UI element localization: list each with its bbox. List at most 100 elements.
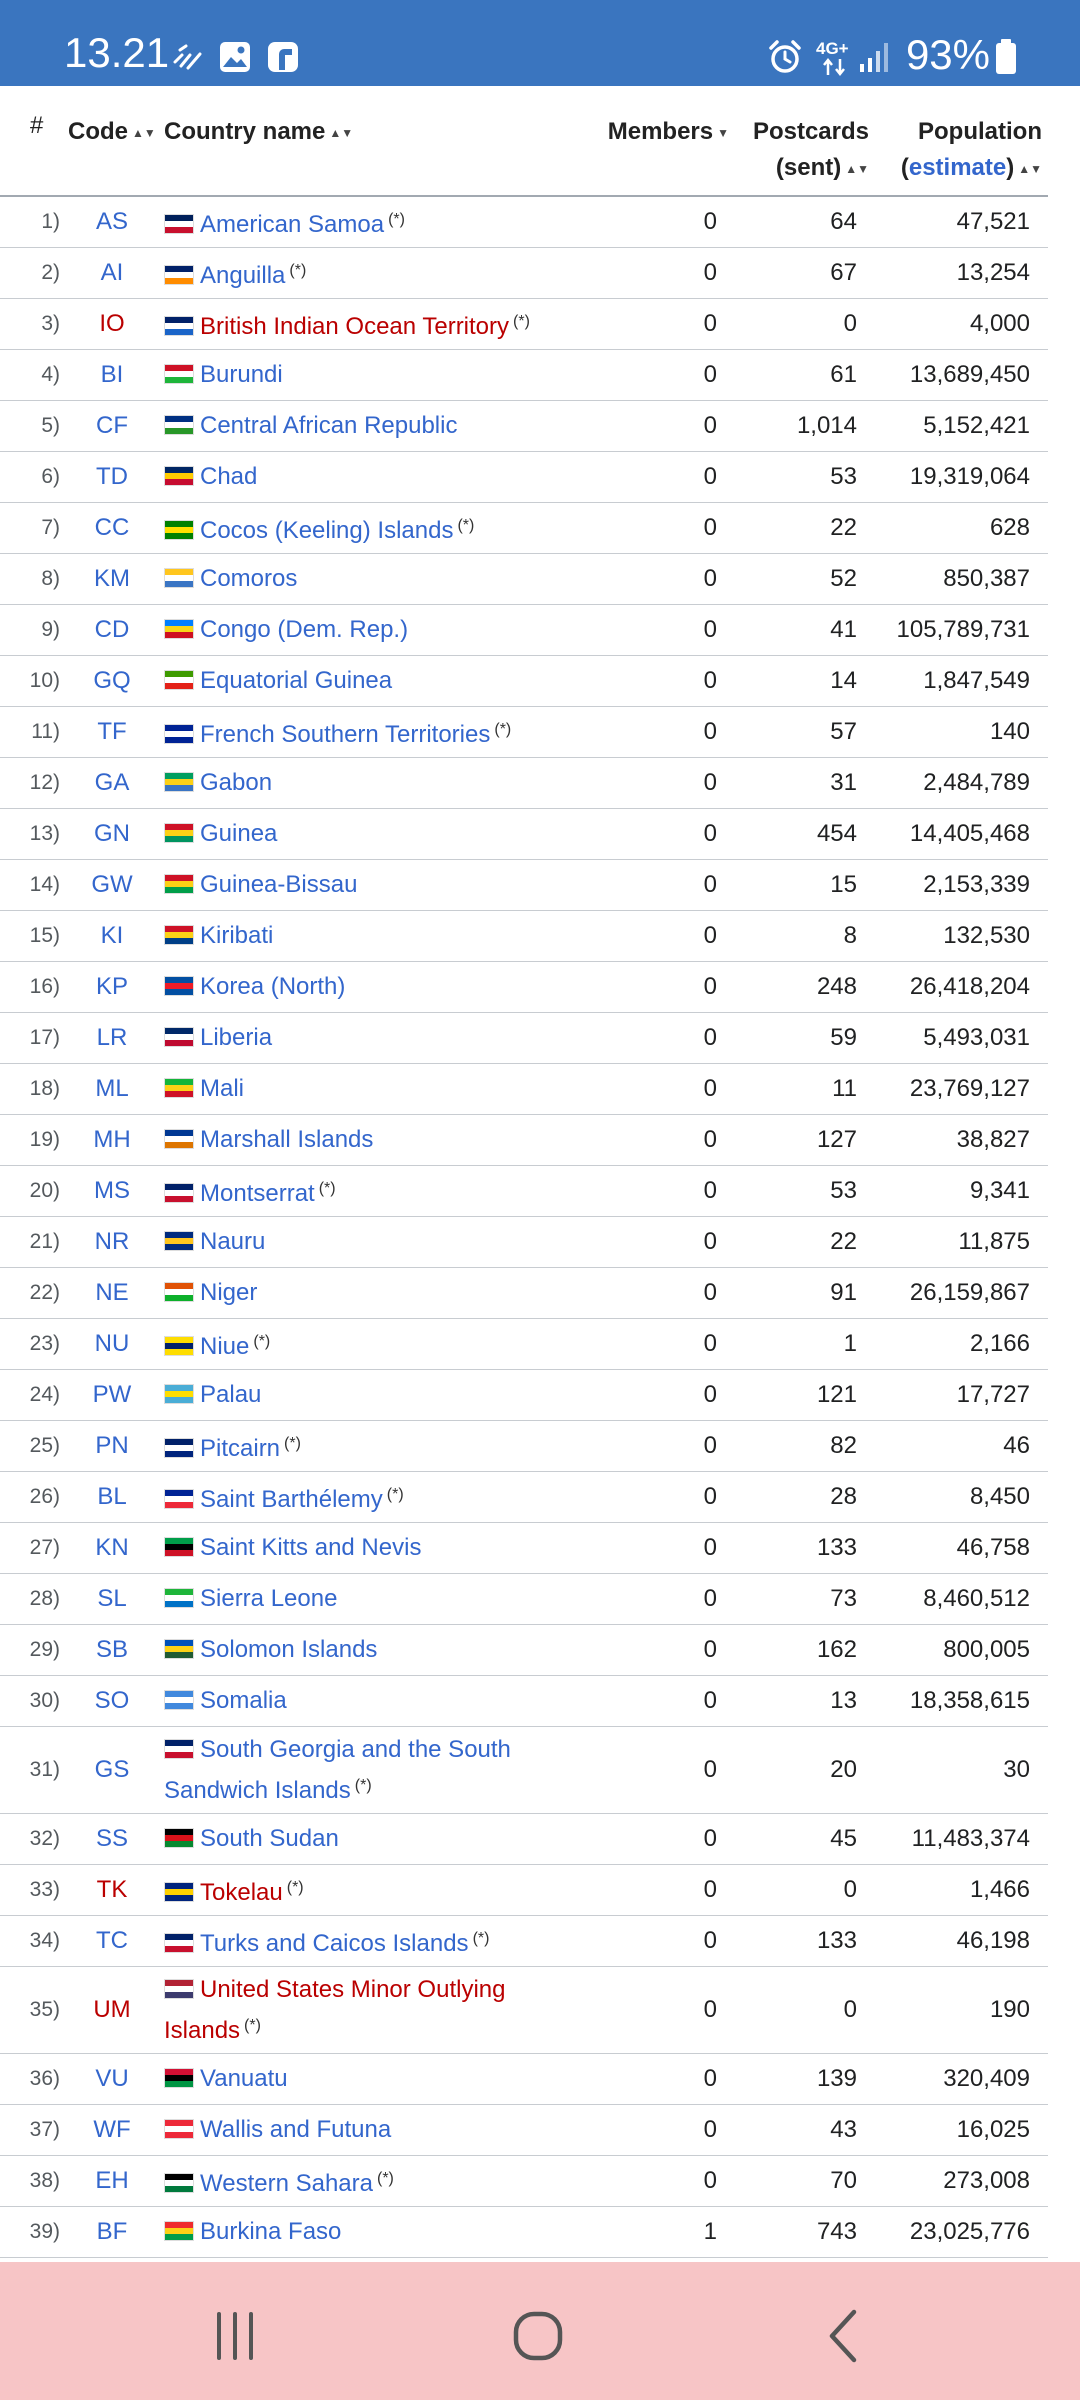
- country-cell: Sierra Leone: [160, 1573, 584, 1625]
- flag-icon: [164, 670, 194, 690]
- home-icon[interactable]: [508, 2306, 568, 2366]
- header-members[interactable]: Members ▼: [584, 86, 735, 197]
- header-population[interactable]: Population (estimate) ▲▼: [875, 86, 1048, 197]
- estimate-link[interactable]: estimate: [909, 154, 1006, 181]
- note-marker[interactable]: (*): [494, 721, 511, 738]
- country-link[interactable]: Cocos (Keeling) Islands: [200, 517, 453, 544]
- country-link[interactable]: Guinea: [200, 820, 277, 847]
- members-count: 0: [584, 2155, 735, 2207]
- note-marker[interactable]: (*): [284, 1435, 301, 1452]
- country-link[interactable]: Saint Kitts and Nevis: [200, 1534, 421, 1561]
- country-link[interactable]: Montserrat: [200, 1180, 315, 1207]
- country-link[interactable]: Niue: [200, 1333, 249, 1360]
- country-link[interactable]: Vanuatu: [200, 2065, 288, 2092]
- country-link[interactable]: Comoros: [200, 565, 297, 592]
- country-link[interactable]: Pitcairn: [200, 1435, 280, 1462]
- country-code: GA: [64, 757, 160, 809]
- country-link[interactable]: Tokelau: [200, 1879, 283, 1906]
- postcards-count: 1: [735, 1318, 875, 1370]
- note-marker[interactable]: (*): [473, 1930, 490, 1947]
- country-link[interactable]: Liberia: [200, 1024, 272, 1051]
- note-marker[interactable]: (*): [289, 262, 306, 279]
- country-link[interactable]: Mali: [200, 1075, 244, 1102]
- row-number: 29): [0, 1624, 64, 1676]
- sort-icon[interactable]: ▲▼: [329, 126, 353, 140]
- table-row: 33) TK Tokelau (*) 0 0 1,466: [0, 1864, 1048, 1916]
- sort-icon[interactable]: ▲▼: [845, 162, 869, 176]
- country-link[interactable]: South Sudan: [200, 1825, 339, 1852]
- country-link[interactable]: Burkina Faso: [200, 2218, 341, 2245]
- country-link[interactable]: Niger: [200, 1279, 257, 1306]
- flag-icon: [164, 1932, 194, 1953]
- country-link[interactable]: United States Minor Outlying Islands: [164, 1976, 505, 2044]
- country-link[interactable]: American Samoa: [200, 211, 384, 238]
- countries-table-container[interactable]: # Code ▲▼ Country name ▲▼ Members ▼ Postcar…: [0, 86, 1080, 2262]
- country-link[interactable]: Western Sahara: [200, 2170, 373, 2197]
- country-link[interactable]: Korea (North): [200, 973, 345, 1000]
- country-link[interactable]: British Indian Ocean Territory: [200, 313, 509, 340]
- note-marker[interactable]: (*): [377, 2170, 394, 2187]
- note-marker[interactable]: (*): [287, 1879, 304, 1896]
- signal-icon: [860, 43, 888, 72]
- country-link[interactable]: Nauru: [200, 1228, 265, 1255]
- population-value: 5,152,421: [875, 400, 1048, 452]
- country-link[interactable]: Solomon Islands: [200, 1636, 377, 1663]
- sort-icon[interactable]: ▲▼: [1018, 162, 1042, 176]
- sort-icon[interactable]: ▲▼: [132, 126, 156, 140]
- header-country-label: Country name: [164, 118, 326, 145]
- population-value: 46: [875, 1420, 1048, 1472]
- row-number: 25): [0, 1420, 64, 1472]
- header-postcards[interactable]: Postcards (sent) ▲▼: [735, 86, 875, 197]
- country-link[interactable]: Burundi: [200, 361, 283, 388]
- country-link[interactable]: Congo (Dem. Rep.): [200, 616, 408, 643]
- status-time: 13.21: [64, 29, 170, 76]
- flag-icon: [164, 1828, 194, 1848]
- flag-icon: [164, 415, 194, 435]
- flag-icon: [164, 1738, 194, 1759]
- population-value: 13,254: [875, 247, 1048, 299]
- country-link[interactable]: Marshall Islands: [200, 1126, 373, 1153]
- population-value: 19,319,064: [875, 451, 1048, 503]
- country-code: CF: [64, 400, 160, 452]
- country-cell: French Southern Territories (*): [160, 706, 584, 758]
- country-link[interactable]: Turks and Caicos Islands: [200, 1930, 469, 1957]
- country-code: VU: [64, 2053, 160, 2105]
- population-value: 320,409: [875, 2053, 1048, 2105]
- population-value: 11,483,374: [875, 1813, 1048, 1865]
- note-marker[interactable]: (*): [387, 1486, 404, 1503]
- postcards-count: 91: [735, 1267, 875, 1319]
- country-link[interactable]: Central African Republic: [200, 412, 457, 439]
- note-marker[interactable]: (*): [355, 1777, 372, 1794]
- row-number: 22): [0, 1267, 64, 1319]
- back-icon[interactable]: [814, 2306, 874, 2366]
- row-number: 2): [0, 247, 64, 299]
- country-link[interactable]: Sierra Leone: [200, 1585, 337, 1612]
- country-link[interactable]: South Georgia and the South Sandwich Isl…: [164, 1736, 511, 1804]
- country-link[interactable]: Equatorial Guinea: [200, 667, 392, 694]
- note-marker[interactable]: (*): [457, 517, 474, 534]
- country-link[interactable]: French Southern Territories: [200, 721, 490, 748]
- country-link[interactable]: Somalia: [200, 1687, 287, 1714]
- country-link[interactable]: Palau: [200, 1381, 261, 1408]
- country-link[interactable]: Gabon: [200, 769, 272, 796]
- header-code[interactable]: Code ▲▼: [64, 86, 160, 197]
- table-row: 27) KN Saint Kitts and Nevis 0 133 46,758: [0, 1522, 1048, 1574]
- members-count: 0: [584, 1471, 735, 1523]
- recent-apps-icon[interactable]: [205, 2306, 265, 2366]
- note-marker[interactable]: (*): [253, 1333, 270, 1350]
- header-country-name[interactable]: Country name ▲▼: [160, 86, 584, 197]
- note-marker[interactable]: (*): [388, 211, 405, 228]
- note-marker[interactable]: (*): [513, 313, 530, 330]
- population-value: 4,000: [875, 298, 1048, 350]
- country-link[interactable]: Saint Barthélemy: [200, 1486, 383, 1513]
- country-link[interactable]: Anguilla: [200, 262, 285, 289]
- country-link[interactable]: Kiribati: [200, 922, 273, 949]
- sort-desc-icon[interactable]: ▼: [717, 126, 729, 140]
- country-link[interactable]: Guinea-Bissau: [200, 871, 357, 898]
- country-link[interactable]: Wallis and Futuna: [200, 2116, 391, 2143]
- country-link[interactable]: Chad: [200, 463, 257, 490]
- note-marker[interactable]: (*): [319, 1180, 336, 1197]
- country-cell: Tokelau (*): [160, 1864, 584, 1916]
- note-marker[interactable]: (*): [244, 2017, 261, 2034]
- country-code: WF: [64, 2104, 160, 2156]
